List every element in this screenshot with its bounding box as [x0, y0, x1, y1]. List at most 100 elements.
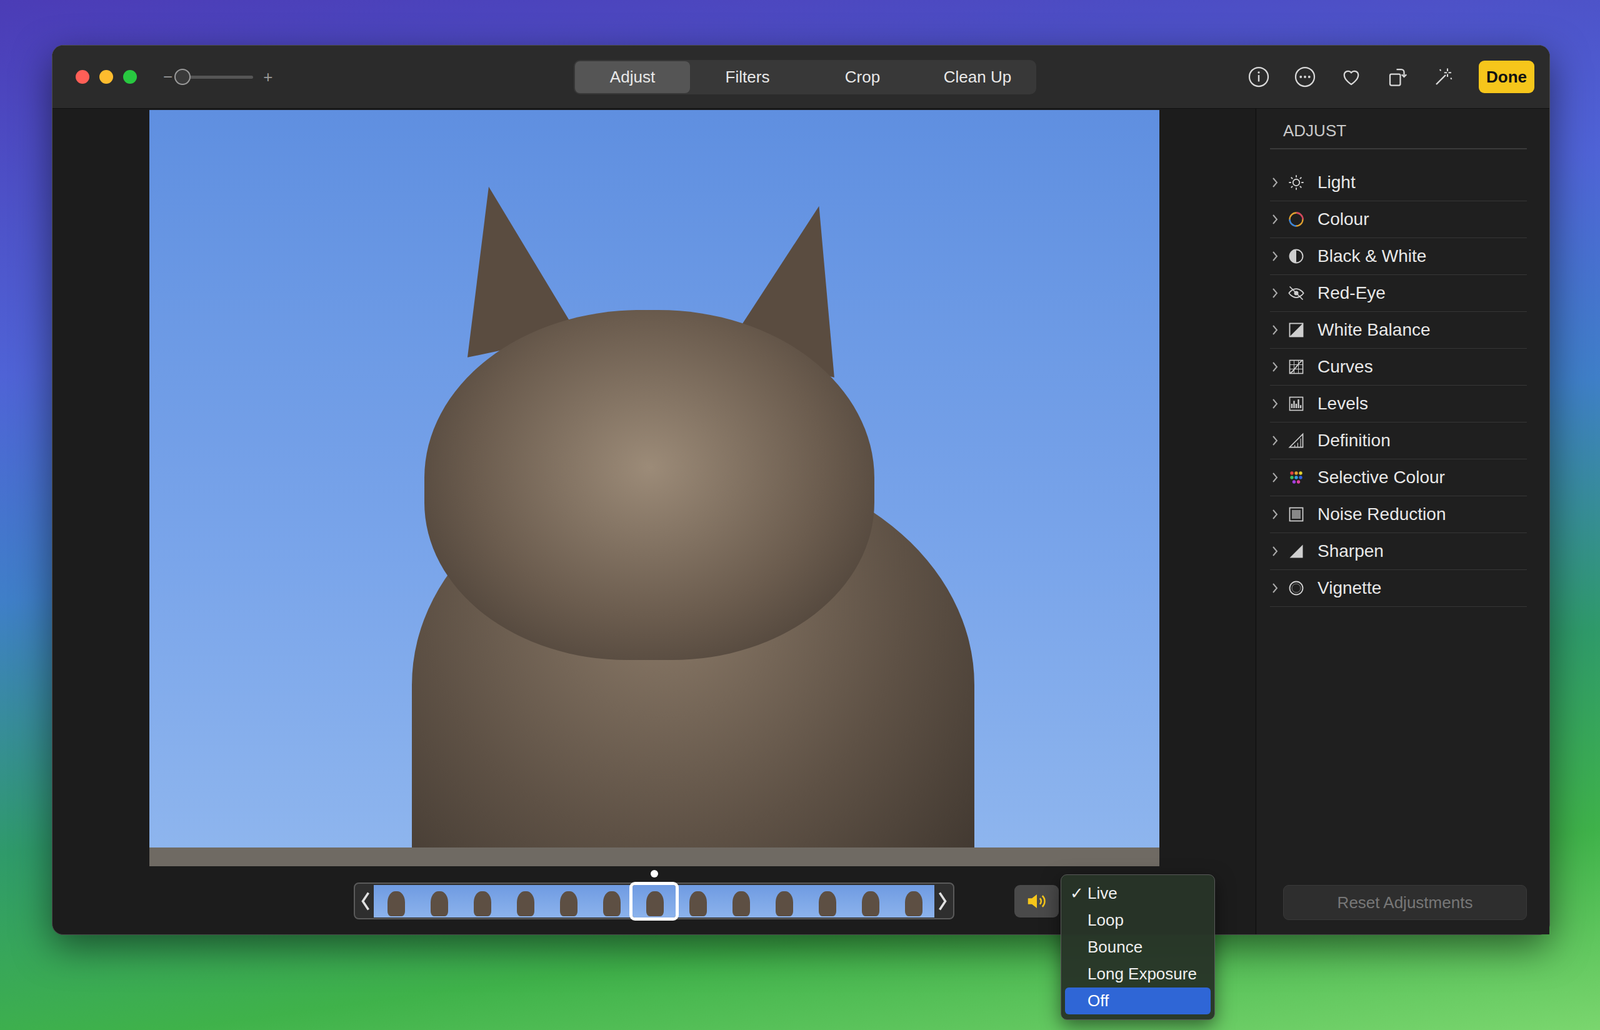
sidebar-title: ADJUST — [1270, 116, 1527, 150]
playback-menu-item[interactable]: Off — [1065, 987, 1211, 1015]
cat-thumbnail — [861, 891, 880, 917]
frame-thumbnail[interactable] — [460, 885, 504, 918]
curves-icon — [1287, 358, 1305, 376]
frame-thumbnail[interactable] — [632, 885, 676, 918]
chevron-right-icon — [1270, 360, 1280, 374]
chevron-right-icon — [1270, 212, 1280, 227]
chevron-left-icon — [357, 890, 374, 913]
playback-menu-item[interactable]: Bounce — [1065, 933, 1211, 961]
frame-thumbnail[interactable] — [805, 885, 849, 918]
cat-thumbnail — [387, 891, 405, 917]
frame-thumbnail[interactable] — [546, 885, 590, 918]
more-icon — [1293, 65, 1317, 89]
rotate-icon — [1386, 65, 1409, 89]
cat-head — [424, 310, 875, 660]
done-button[interactable]: Done — [1478, 60, 1535, 94]
photo-area: ✓LiveLoopBounceLong ExposureOff — [52, 108, 1256, 935]
minimize-button[interactable] — [99, 70, 114, 84]
frame-thumbnail[interactable] — [848, 885, 892, 918]
adjustment-row[interactable]: Levels — [1270, 385, 1527, 423]
frame-thumbnail[interactable] — [589, 885, 633, 918]
cat-thumbnail — [560, 891, 578, 917]
adjustment-row[interactable]: White Balance — [1270, 311, 1527, 349]
zoom-button[interactable] — [123, 70, 137, 84]
adjustment-row[interactable]: Definition — [1270, 422, 1527, 460]
playback-menu-item[interactable]: Long Exposure — [1065, 960, 1211, 988]
live-controls: ✓LiveLoopBounceLong ExposureOff — [954, 885, 1256, 918]
frame-thumbnail[interactable] — [416, 885, 460, 918]
photo — [149, 110, 1160, 867]
chevron-right-icon — [1270, 470, 1280, 485]
photo-wrap — [52, 108, 1256, 867]
magic-wand-icon — [1432, 65, 1455, 89]
previous-frame-button[interactable] — [357, 890, 374, 913]
edit-tab[interactable]: Clean Up — [920, 61, 1035, 94]
playback-menu-item[interactable]: Loop — [1065, 906, 1211, 934]
edit-tab[interactable]: Filters — [690, 61, 805, 94]
frame-thumbnail[interactable] — [373, 885, 417, 918]
zoom-control: −+ — [163, 65, 273, 90]
adjustment-label: Noise Reduction — [1317, 501, 1446, 528]
checkmark: ✓ — [1070, 882, 1084, 905]
chevron-right-icon — [1270, 433, 1280, 448]
adjustment-label: Vignette — [1317, 575, 1382, 602]
heart-button[interactable] — [1340, 65, 1363, 89]
chevron-right-icon — [1270, 249, 1280, 264]
colour-icon — [1287, 210, 1305, 229]
half-circle-icon — [1287, 247, 1305, 265]
zoom-out-button[interactable]: − — [163, 65, 173, 90]
editor-body: ✓LiveLoopBounceLong ExposureOff ADJUST Lig… — [52, 108, 1550, 935]
cat-thumbnail — [603, 891, 621, 917]
close-button[interactable] — [75, 70, 90, 84]
cat-thumbnail — [818, 891, 837, 917]
adjustment-label: Sharpen — [1317, 538, 1384, 565]
adjustment-row[interactable]: Colour — [1270, 201, 1527, 239]
cat-thumbnail — [689, 891, 707, 917]
frame-strip — [353, 882, 955, 920]
zoom-in-button[interactable]: + — [263, 65, 273, 90]
frame-thumbnail[interactable] — [891, 885, 935, 918]
playback-menu-item[interactable]: ✓Live — [1065, 880, 1211, 907]
zoom-knob[interactable] — [174, 68, 191, 85]
ledge — [149, 847, 1160, 867]
adjustment-row[interactable]: Red-Eye — [1270, 275, 1527, 312]
adjustment-row[interactable]: Selective Colour — [1270, 459, 1527, 497]
adjustment-row[interactable]: Vignette — [1270, 570, 1527, 607]
reset-adjustments-button[interactable]: Reset Adjustments — [1283, 885, 1527, 920]
frame-thumbnail[interactable] — [675, 885, 719, 918]
adjustment-label: Black & White — [1317, 243, 1427, 270]
chevron-right-icon — [1270, 581, 1280, 595]
selective-colour-icon — [1287, 468, 1305, 487]
sound-button[interactable] — [1014, 885, 1059, 918]
cat-thumbnail — [516, 891, 535, 917]
adjustment-row[interactable]: Black & White — [1270, 238, 1527, 275]
key-photo-dot — [650, 870, 659, 878]
magic-wand-button[interactable] — [1432, 65, 1455, 89]
white-balance-icon — [1287, 321, 1305, 339]
adjustment-row[interactable]: Light — [1270, 164, 1527, 202]
more-button[interactable] — [1293, 65, 1317, 89]
edit-tab[interactable]: Crop — [805, 61, 920, 94]
edit-tabs: AdjustFiltersCropClean Up — [573, 60, 1037, 95]
toolbar: −+AdjustFiltersCropClean UpDone — [52, 45, 1550, 109]
adjustment-label: Red-Eye — [1317, 280, 1386, 307]
zoom-slider[interactable] — [182, 75, 254, 79]
cat-thumbnail — [430, 891, 449, 917]
adjustment-row[interactable]: Curves — [1270, 348, 1527, 386]
adjustment-row[interactable]: Noise Reduction — [1270, 496, 1527, 534]
adjustment-label: Curves — [1317, 353, 1374, 380]
levels-icon — [1287, 395, 1305, 413]
info-button[interactable] — [1247, 65, 1270, 89]
adjustment-row[interactable]: Sharpen — [1270, 533, 1527, 570]
next-frame-button[interactable] — [934, 890, 951, 913]
adjustment-label: Light — [1317, 169, 1356, 196]
chevron-right-icon — [1270, 396, 1280, 411]
adjustment-label: White Balance — [1317, 316, 1431, 344]
frame-thumbnail[interactable] — [718, 885, 762, 918]
rotate-button[interactable] — [1386, 65, 1409, 89]
adjustment-label: Definition — [1317, 427, 1391, 454]
window-controls — [75, 70, 137, 84]
frame-thumbnail[interactable] — [503, 885, 547, 918]
edit-tab[interactable]: Adjust — [575, 61, 690, 94]
frame-thumbnail[interactable] — [761, 885, 805, 918]
